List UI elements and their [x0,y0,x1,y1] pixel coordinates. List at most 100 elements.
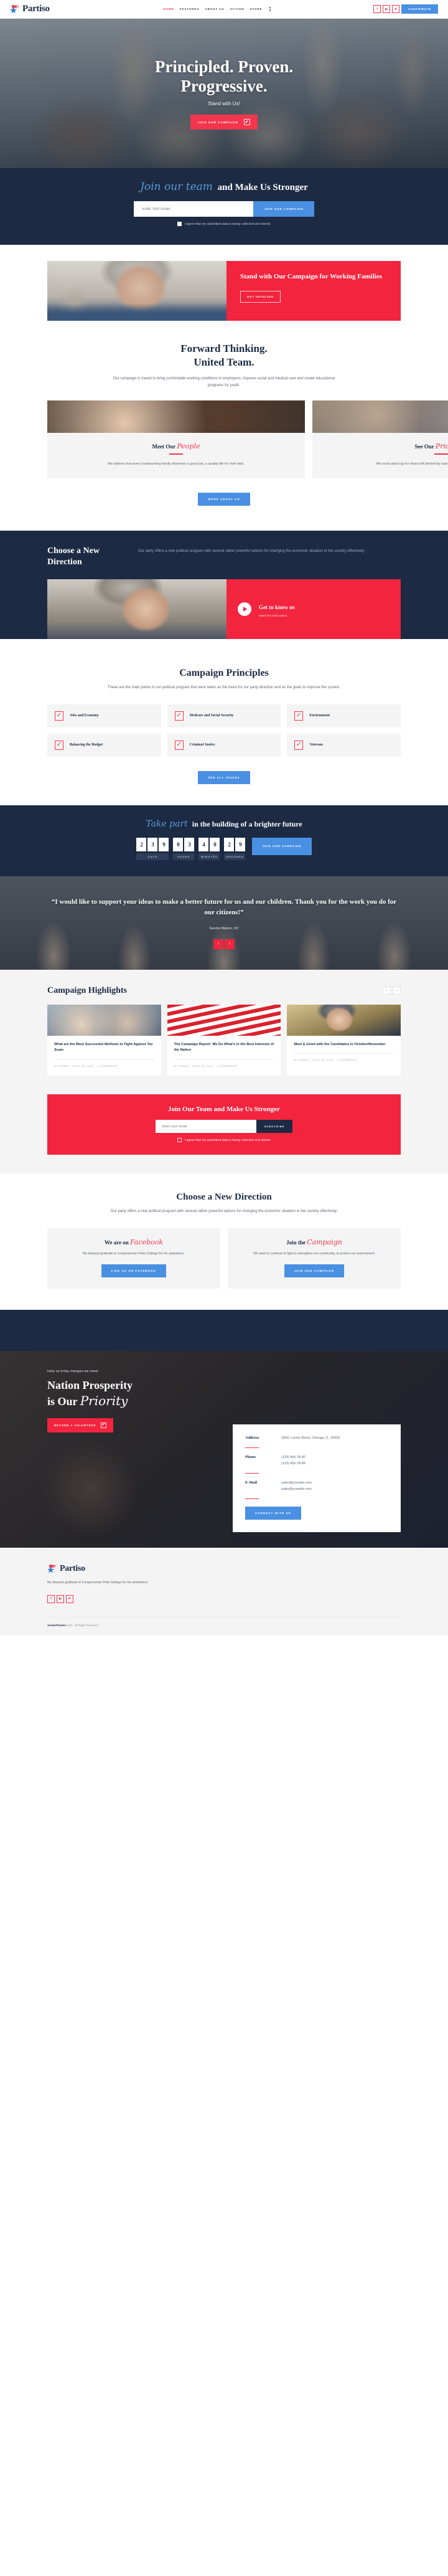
prosperity-kicker: Help us bring changes we need [47,1370,98,1374]
connect-with-us-button[interactable]: CONNECT WITH US [245,1507,301,1520]
countdown-digit: 4 [198,837,209,851]
consent-label: I agree that my submitted data is being … [184,222,271,226]
countdown-title: Take part in the building of a brighter … [0,819,448,829]
principle-item[interactable]: ✓ Veterans [287,733,401,757]
principles-section: Campaign Principles These are the main p… [0,668,448,805]
more-about-us-button[interactable]: MORE ABOUT US [198,492,250,506]
site-footer: Partiso My deepest gratitude to Congress… [0,1548,448,1636]
chevron-left-icon[interactable]: ‹ [213,939,223,949]
join-red-wrapper: Join Our Team and Make Us Stronger SUBSC… [0,1094,448,1174]
consent-checkbox[interactable] [177,222,182,226]
star-swoosh-logo-icon [47,1564,58,1574]
principle-item[interactable]: ✓ Balancing the Budget [47,733,161,757]
testimonial-author: Sandra Watson, NY [209,926,239,930]
footer-copyright: AxiomThemes 2021. All Rights Reserved. [47,1616,401,1636]
countdown-unit-hours: 0 3 HOURS [173,837,195,860]
countdown-title-rest: in the building of a brighter future [190,819,302,828]
join-red-section: Join Our Team and Make Us Stronger SUBSC… [47,1094,401,1155]
highlight-title: The Campaign Report: We Do What's in the… [174,1042,274,1053]
principle-item[interactable]: ✓ Criminal Justice [167,733,281,757]
nav-item-features[interactable]: FEATURES [180,7,200,11]
divider [169,453,183,455]
main-navigation: HOME FEATURES ABOUT US ACTION STORE [163,6,272,12]
twitter-icon[interactable]: ✐ [392,5,400,13]
forward-card-people[interactable]: Meet Our People We believe that every ha… [47,400,305,478]
footer-copyright-rest: 2021. All Rights Reserved. [66,1623,99,1627]
contribute-button[interactable]: CONTRIBUTE [401,4,438,14]
testimonial-section: “I would like to support your ideas to m… [0,876,448,970]
facebook-icon[interactable]: f [47,1594,55,1603]
forward-title: Forward Thinking. United Team. [0,342,448,369]
chevron-right-icon[interactable]: › [393,987,401,995]
countdown-digit: 9 [235,837,246,851]
contact-row-address: Address 1600, Lorem Street, Chicago, IL,… [245,1436,388,1449]
countdown-digit: 0 [210,837,220,851]
nav-item-action[interactable]: ACTION [230,7,244,11]
newsletter-consent[interactable]: I agree that my submitted data is being … [0,222,448,226]
campaign-card-title-script: Campaign [307,1238,342,1246]
hero-section: Principled. Proven. Progressive. Stand w… [0,19,448,168]
join-red-title: Join Our Team and Make Us Stronger [168,1106,280,1114]
highlight-card[interactable]: Meet & Greet with the Candidates in Octo… [287,1004,401,1076]
consent-checkbox[interactable] [177,1138,182,1143]
highlight-card[interactable]: What are the Most Successful Methods to … [47,1004,161,1076]
direction-spacer [0,639,448,668]
highlight-image [167,1004,281,1036]
countdown-digit: 2 [136,837,147,851]
header-actions: f ▶ ✐ CONTRIBUTE [373,4,438,14]
hero-title-line2: Progressive. [180,76,268,95]
chevron-right-icon[interactable]: › [225,939,235,949]
join-our-campaign-button[interactable]: JOIN OUR CAMPAIGN [284,1264,345,1278]
twitter-icon[interactable]: ✐ [66,1594,73,1603]
contact-label-address: Address [245,1436,259,1441]
choose-direction-cards: We are on Facebook My deepest gratitude … [47,1228,401,1289]
principle-item[interactable]: ✓ Environment [287,704,401,727]
newsletter-title-script: Join our team [140,181,213,193]
brand-logo[interactable]: Partiso [10,4,50,14]
facebook-card-title-plain: We are on [104,1239,130,1246]
become-volunteer-label: BECOME A VOLUNTEER [54,1423,96,1427]
highlights-title: Campaign Highlights [47,985,127,995]
become-volunteer-button[interactable]: BECOME A VOLUNTEER ✔ [47,1418,114,1432]
principle-item[interactable]: ✓ Jobs and Economy [47,704,161,727]
direction-description: Our party offers a new political program… [138,549,365,553]
nav-item-home[interactable]: HOME [163,7,174,11]
newsletter-submit-button[interactable]: JOIN OUR CAMPAIGN [253,201,314,217]
chevron-left-icon[interactable]: ‹ [383,987,391,995]
see-all-issues-button[interactable]: SEE ALL ISSUES [198,770,250,784]
join-red-subscribe-button[interactable]: SUBSCRIBE [256,1120,293,1134]
nav-item-store[interactable]: STORE [250,7,262,11]
footer-brand[interactable]: Partiso [47,1564,401,1574]
play-triangle-icon[interactable] [238,602,251,617]
check-icon: ✓ [174,740,184,750]
join-red-email-input[interactable] [155,1120,256,1134]
youtube-icon[interactable]: ▶ [57,1594,64,1603]
facebook-icon[interactable]: f [373,5,381,13]
countdown-digit: 9 [159,837,169,851]
highlights-grid: What are the Most Successful Methods to … [47,1004,401,1076]
campaign-card-text: We want to continue to fight to strength… [253,1251,375,1256]
like-us-on-facebook-button[interactable]: LIKE US ON FACEBOOK [101,1264,167,1278]
prosperity-section: Help us bring changes we need Nation Pro… [0,1351,448,1548]
principle-item[interactable]: ✓ Medcare and Social Security [167,704,281,727]
forward-card-priorities-text: We must stand up for those left behind b… [376,462,448,466]
choose-direction-section: Choose a New Direction Our party offers … [0,1173,448,1310]
join-red-consent[interactable]: I agree that my submitted data is being … [47,1138,401,1143]
principle-label: Jobs and Economy [70,714,99,717]
highlight-card[interactable]: The Campaign Report: We Do What's in the… [167,1004,281,1076]
youtube-icon[interactable]: ▶ [383,5,391,13]
vertical-dots-icon[interactable] [268,6,273,12]
direction-video-cta[interactable]: Get to know us watch the video below [226,579,401,640]
stand-with-us-section: Stand with Our Campaign for Working Fami… [0,245,448,321]
hero-cta-button[interactable]: JOIN OUR CAMPAIGN ✔ [190,115,258,130]
newsletter-email-input[interactable] [134,201,254,217]
countdown-join-button[interactable]: JOIN OUR CAMPAIGN [252,837,312,855]
forward-cards: Meet Our People We believe that every ha… [47,400,448,478]
forward-card-priorities[interactable]: See Our Priorities We must stand up for … [312,400,448,478]
hero-cta-label: JOIN OUR CAMPAIGN [197,120,239,124]
nav-item-about-us[interactable]: ABOUT US [205,7,224,11]
highlight-meta: BY ADMIN · JUNE 25, 2021 · 0 COMMENTS [54,1059,154,1068]
countdown-title-script: Take part [146,818,188,829]
get-involved-button[interactable]: GET INVOLVED [240,290,281,303]
stand-title: Stand with Our Campaign for Working Fami… [240,273,382,280]
